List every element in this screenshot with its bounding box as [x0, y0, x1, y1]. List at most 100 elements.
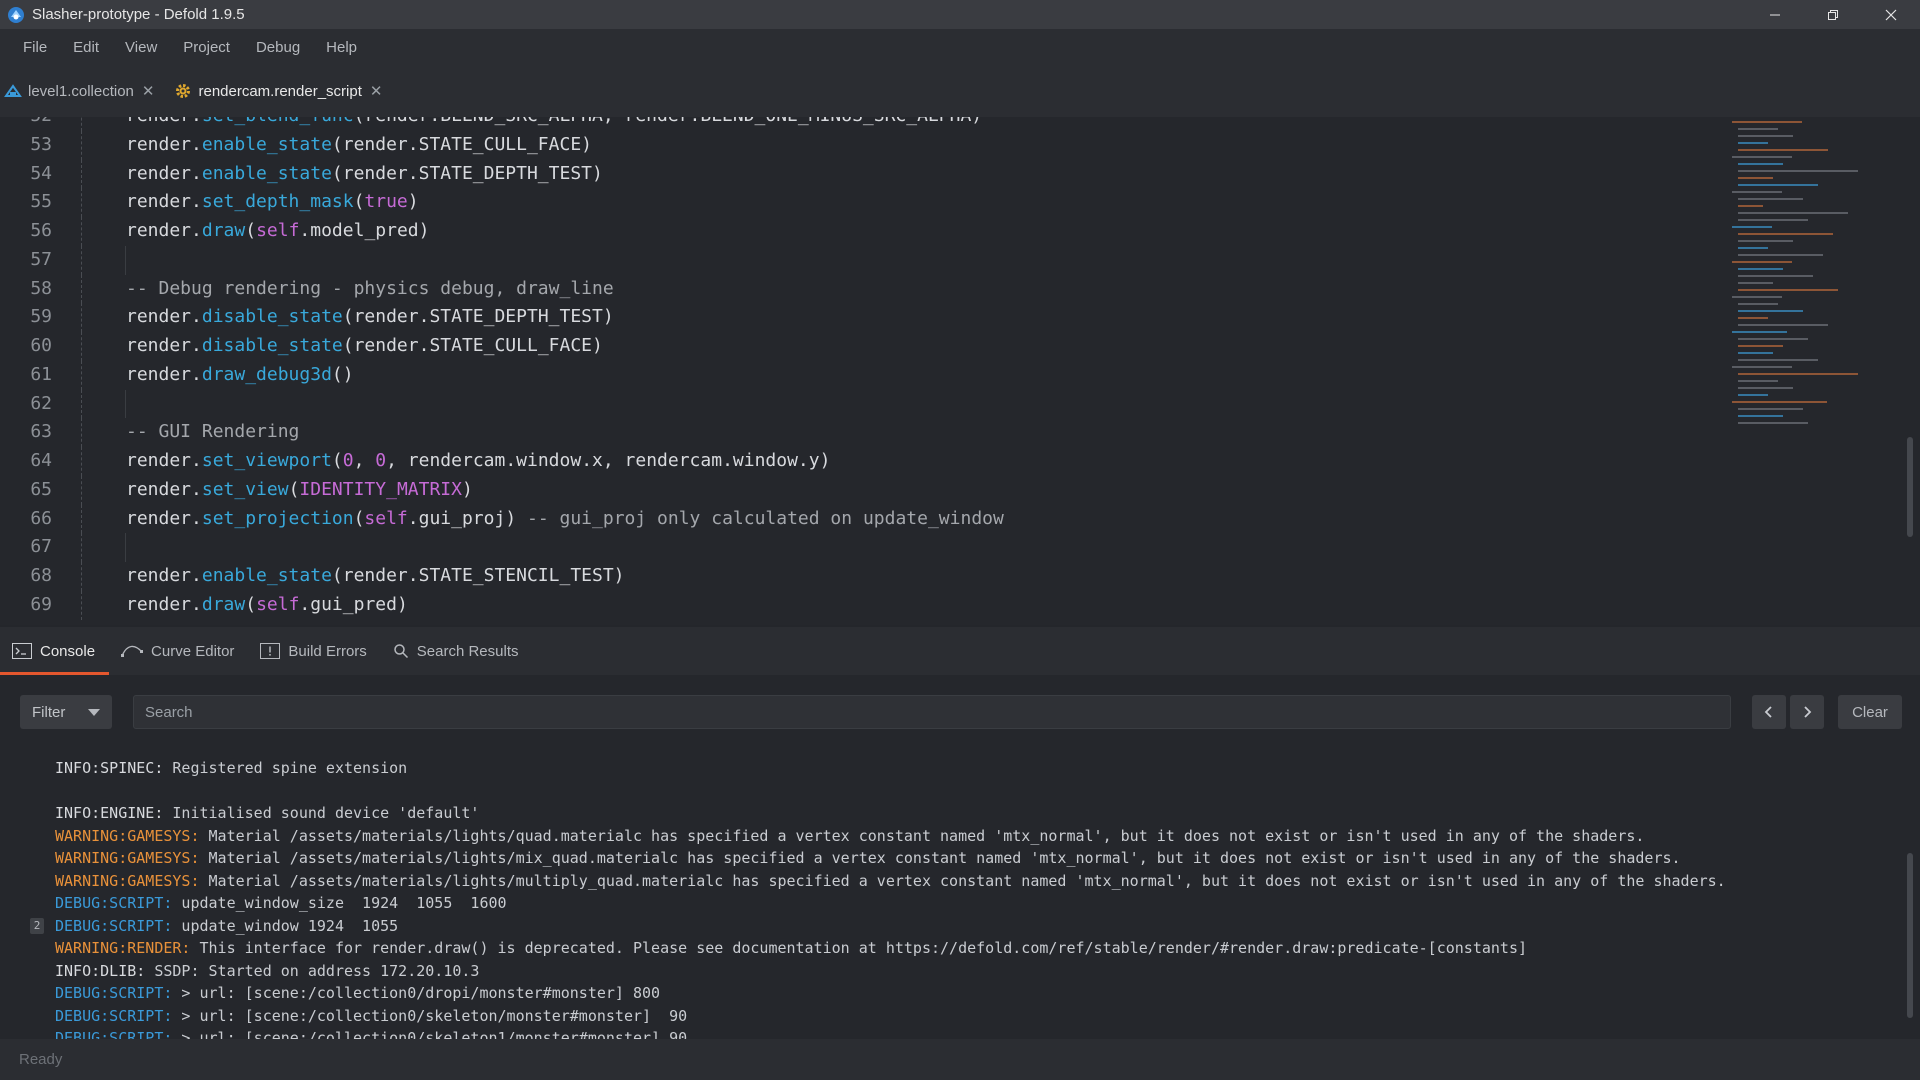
gear-icon — [176, 84, 191, 98]
console-output[interactable]: INFO:SPINEC: Registered spine extension I… — [0, 749, 1920, 1039]
menu-edit[interactable]: Edit — [73, 39, 99, 56]
next-button[interactable] — [1790, 695, 1824, 729]
code-token: enable_state — [201, 133, 332, 155]
code-text: render.enable_state(render.STATE_CULL_FA… — [126, 131, 592, 160]
chevron-down-icon — [88, 709, 100, 716]
tab-close-icon[interactable]: ✕ — [142, 82, 155, 100]
code-line[interactable]: 54 render.enable_state(render.STATE_DEPTH… — [0, 159, 1720, 189]
restore-button[interactable] — [1804, 0, 1862, 29]
code-token: ( — [245, 593, 257, 615]
minimize-button[interactable] — [1746, 0, 1804, 29]
editor-tab-bar: level1.collection ✕ rendercam.render_scr… — [0, 65, 1920, 117]
clear-button[interactable]: Clear — [1838, 695, 1902, 729]
code-line[interactable]: 62 — [0, 389, 1720, 419]
menu-help[interactable]: Help — [326, 39, 357, 56]
defold-logo-icon — [8, 6, 24, 23]
log-message: SSDP: Started on address 172.20.10.3 — [145, 961, 480, 980]
code-token: (render.BLEND_SRC_ALPHA, render.BLEND_ON… — [354, 117, 983, 126]
code-token: , rendercam.window.x, rendercam.window.y… — [386, 450, 831, 471]
tab-search-results[interactable]: Search Results — [381, 627, 533, 675]
code-line[interactable]: 60 render.disable_state(render.STATE_CULL… — [0, 332, 1720, 361]
line-number: 56 — [30, 220, 52, 241]
code-token: ( — [245, 220, 257, 241]
code-line[interactable]: 67 — [0, 533, 1720, 562]
console-line: WARNING:GAMESYS: Material /assets/materi… — [55, 870, 1726, 893]
code-token: (render.STATE_STENCIL_TEST) — [331, 565, 625, 586]
code-text: render.set_depth_mask(true) — [126, 188, 419, 217]
editor-scrollbar[interactable] — [1907, 437, 1913, 537]
code-token: set_viewport — [201, 450, 332, 471]
code-token: ) — [461, 478, 473, 500]
minimap-line — [1738, 408, 1803, 410]
line-number: 63 — [30, 421, 52, 443]
code-line[interactable]: 57 — [0, 245, 1720, 275]
status-text: Ready — [19, 1051, 63, 1068]
code-line[interactable]: 68 render.enable_state(render.STATE_STENC… — [0, 562, 1720, 591]
log-message: update_window 1924 1055 — [172, 916, 399, 935]
code-line[interactable]: 61 render.draw_debug3d() — [0, 360, 1720, 390]
code-line[interactable]: 55 render.set_depth_mask(true) — [0, 188, 1720, 217]
code-line[interactable]: 58 -- Debug rendering - physics debug, dr… — [0, 274, 1720, 304]
code-token: render. — [126, 306, 202, 328]
indent-guide — [81, 217, 82, 246]
menu-project[interactable]: Project — [183, 39, 230, 56]
log-message: Material /assets/materials/lights/mix_qu… — [199, 849, 1681, 867]
tab-console[interactable]: Console — [0, 627, 110, 675]
code-token: -- gui_proj only calculated on update_wi… — [527, 507, 1004, 529]
log-level-tag: DEBUG:SCRIPT: — [55, 894, 173, 912]
minimap-line — [1738, 142, 1768, 144]
code-token: render. — [126, 507, 202, 529]
code-token: -- GUI Rendering — [126, 421, 300, 443]
code-line[interactable]: 63 -- GUI Rendering — [0, 418, 1720, 447]
code-token: -- Debug rendering - physics debug, draw… — [126, 277, 614, 299]
log-message: update_window_size 1924 1055 1600 — [172, 894, 507, 912]
close-icon — [1885, 9, 1897, 20]
code-token: enable_state — [201, 565, 332, 586]
log-level-tag: WARNING:GAMESYS: — [55, 826, 200, 845]
minimap-line — [1738, 338, 1808, 340]
menu-file[interactable]: File — [23, 39, 47, 56]
indent-guide — [125, 533, 126, 562]
code-token: render. — [126, 450, 202, 471]
indent-guide — [81, 130, 82, 160]
code-line[interactable]: 64 render.set_viewport(0, 0, rendercam.wi… — [0, 447, 1720, 476]
code-line[interactable]: 52 render.set_blend_func(render.BLEND_SRC… — [0, 117, 1720, 131]
minimap-line — [1732, 226, 1772, 228]
previous-button[interactable] — [1752, 695, 1786, 729]
tab-close-icon[interactable]: ✕ — [370, 82, 383, 100]
code-line[interactable]: 59 render.disable_state(render.STATE_DEPT… — [0, 303, 1720, 332]
console-line: WARNING:RENDER: This interface for rende… — [55, 937, 1527, 960]
console-search-input[interactable] — [133, 695, 1731, 729]
tab-rendercam-render-script[interactable]: rendercam.render_script ✕ — [170, 65, 388, 117]
code-line[interactable]: 53 render.enable_state(render.STATE_CULL_… — [0, 130, 1720, 160]
code-token: set_view — [201, 478, 289, 500]
menu-debug[interactable]: Debug — [256, 39, 300, 56]
tab-curve-editor[interactable]: Curve Editor — [109, 627, 248, 675]
minimap[interactable] — [1730, 117, 1910, 447]
log-message: Material /assets/materials/lights/quad.m… — [199, 826, 1645, 845]
code-line[interactable]: 69 render.draw(self.gui_pred) — [0, 590, 1720, 620]
code-editor[interactable]: 52render.set_blend_func(render.BLEND_SRC… — [0, 117, 1920, 625]
console-scrollbar[interactable] — [1907, 853, 1913, 1018]
code-line[interactable]: 66 render.set_projection(self.gui_proj) -… — [0, 504, 1720, 534]
log-message: > url: [scene:/collection0/dropi/monster… — [172, 984, 661, 1002]
line-number: 54 — [30, 162, 52, 184]
close-button[interactable] — [1862, 0, 1920, 29]
code-token: self — [256, 593, 300, 615]
menu-view[interactable]: View — [125, 39, 157, 56]
code-token: 0 — [342, 450, 354, 471]
code-line[interactable]: 56 render.draw(self.model_pred) — [0, 217, 1720, 246]
minimap-line — [1738, 394, 1768, 396]
log-message: This interface for render.draw() is depr… — [190, 939, 1528, 957]
tab-level1-collection[interactable]: level1.collection ✕ — [0, 65, 160, 117]
console-line: DEBUG:SCRIPT: > url: [scene:/collection0… — [55, 1005, 687, 1028]
filter-dropdown[interactable]: Filter — [20, 695, 112, 729]
code-line[interactable]: 65 render.set_view(IDENTITY_MATRIX) — [0, 475, 1720, 505]
code-token: (render.STATE_CULL_FACE) — [342, 335, 603, 356]
indent-guide — [81, 332, 82, 361]
line-number: 65 — [30, 478, 52, 500]
log-level-tag: WARNING:GAMESYS: — [55, 871, 200, 890]
code-token: disable_state — [201, 335, 343, 356]
filter-label: Filter — [32, 703, 66, 721]
tab-build-errors[interactable]: Build Errors — [248, 627, 380, 675]
